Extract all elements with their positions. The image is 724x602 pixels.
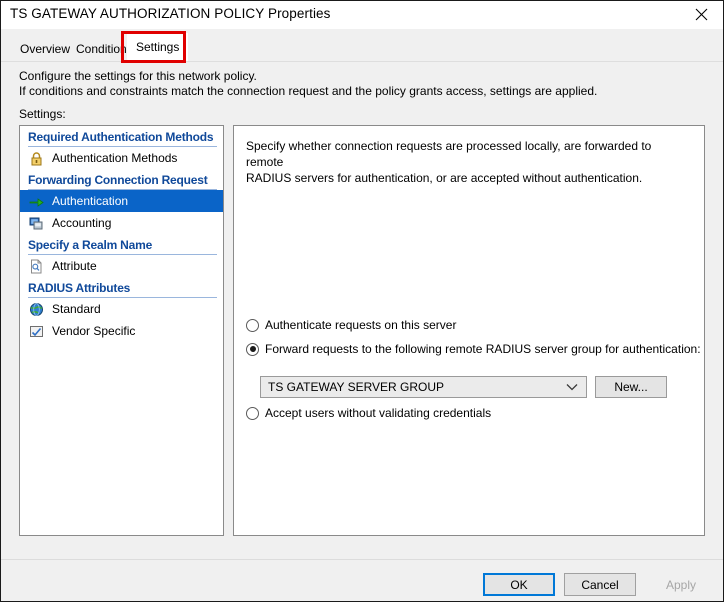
content-description-line-1: Specify whether connection requests are … (246, 139, 652, 169)
tab-underline-divider (1, 61, 723, 62)
tree-group-header: Required Authentication Methods (28, 126, 217, 147)
settings-content-panel: Specify whether connection requests are … (233, 125, 705, 536)
close-button[interactable] (679, 1, 723, 28)
tree-item-label: Authentication (52, 194, 129, 208)
document-search-icon (28, 258, 45, 275)
cancel-button[interactable]: Cancel (564, 573, 636, 596)
settings-tree-panel[interactable]: Required Authentication Methods Authenti… (19, 125, 224, 536)
padlock-icon (28, 150, 45, 167)
radio-label: Authenticate requests on this server (265, 318, 457, 332)
tab-settings[interactable]: Settings (127, 33, 189, 61)
title-bar: TS GATEWAY AUTHORIZATION POLICY Properti… (1, 1, 723, 29)
content-description: Specify whether connection requests are … (246, 138, 686, 186)
tree-group-header: RADIUS Attributes (28, 277, 217, 298)
tree-item-accounting[interactable]: Accounting (20, 212, 223, 234)
tab-settings-label: Settings (136, 40, 180, 54)
globe-icon (28, 301, 45, 318)
cancel-button-label: Cancel (581, 577, 619, 592)
tree-item-authentication[interactable]: Authentication (20, 190, 223, 212)
description-line-2: If conditions and constraints match the … (19, 84, 598, 98)
form-check-icon (28, 323, 45, 340)
radio-forward-to-remote-group[interactable]: Forward requests to the following remote… (246, 342, 701, 356)
content-description-line-2: RADIUS servers for authentication, or ar… (246, 171, 643, 185)
new-button-label: New... (614, 380, 648, 394)
green-arrow-icon (28, 193, 45, 210)
close-icon (695, 8, 708, 21)
radio-accept-without-validating[interactable]: Accept users without validating credenti… (246, 406, 491, 420)
tab-conditions-label: Conditions (76, 41, 133, 56)
window-title: TS GATEWAY AUTHORIZATION POLICY Properti… (10, 6, 331, 21)
computer-icon (28, 215, 45, 232)
ok-button[interactable]: OK (483, 573, 555, 596)
tree-item-label: Standard (52, 302, 101, 316)
description-line-1: Configure the settings for this network … (19, 69, 257, 83)
radio-label: Accept users without validating credenti… (265, 406, 492, 420)
tree-group-header: Forwarding Connection Request (28, 169, 217, 190)
radio-mark-unchecked (246, 318, 259, 332)
tree-item-attribute[interactable]: Attribute (20, 255, 223, 277)
radio-authenticate-locally[interactable]: Authenticate requests on this server (246, 318, 456, 332)
tree-item-label: Attribute (52, 259, 97, 273)
server-group-selected-value: TS GATEWAY SERVER GROUP (268, 380, 445, 394)
tree-item-label: Vendor Specific (52, 324, 136, 338)
radio-mark-checked (246, 342, 259, 356)
ok-button-label: OK (510, 577, 528, 592)
dialog-description: Configure the settings for this network … (19, 69, 679, 99)
tree-item-vendor-specific[interactable]: Vendor Specific (20, 320, 223, 342)
radio-mark-unchecked (246, 406, 259, 420)
footer-divider (1, 559, 723, 560)
radio-label: Forward requests to the following remote… (265, 342, 701, 356)
apply-button-label: Apply (665, 577, 697, 592)
tree-group-header: Specify a Realm Name (28, 234, 217, 255)
apply-button: Apply (645, 573, 717, 596)
tree-item-standard[interactable]: Standard (20, 298, 223, 320)
tree-item-authentication-methods[interactable]: Authentication Methods (20, 147, 223, 169)
tab-overview-label: Overview (20, 41, 71, 56)
tree-item-label: Authentication Methods (52, 151, 178, 165)
tab-strip: Overview Conditions Settings (1, 29, 723, 62)
server-group-dropdown[interactable]: TS GATEWAY SERVER GROUP (260, 376, 587, 398)
settings-section-label: Settings: (19, 107, 66, 121)
tree-item-label: Accounting (52, 216, 112, 230)
new-server-group-button[interactable]: New... (595, 376, 667, 398)
chevron-down-icon (566, 377, 578, 397)
properties-dialog: TS GATEWAY AUTHORIZATION POLICY Properti… (0, 0, 724, 602)
